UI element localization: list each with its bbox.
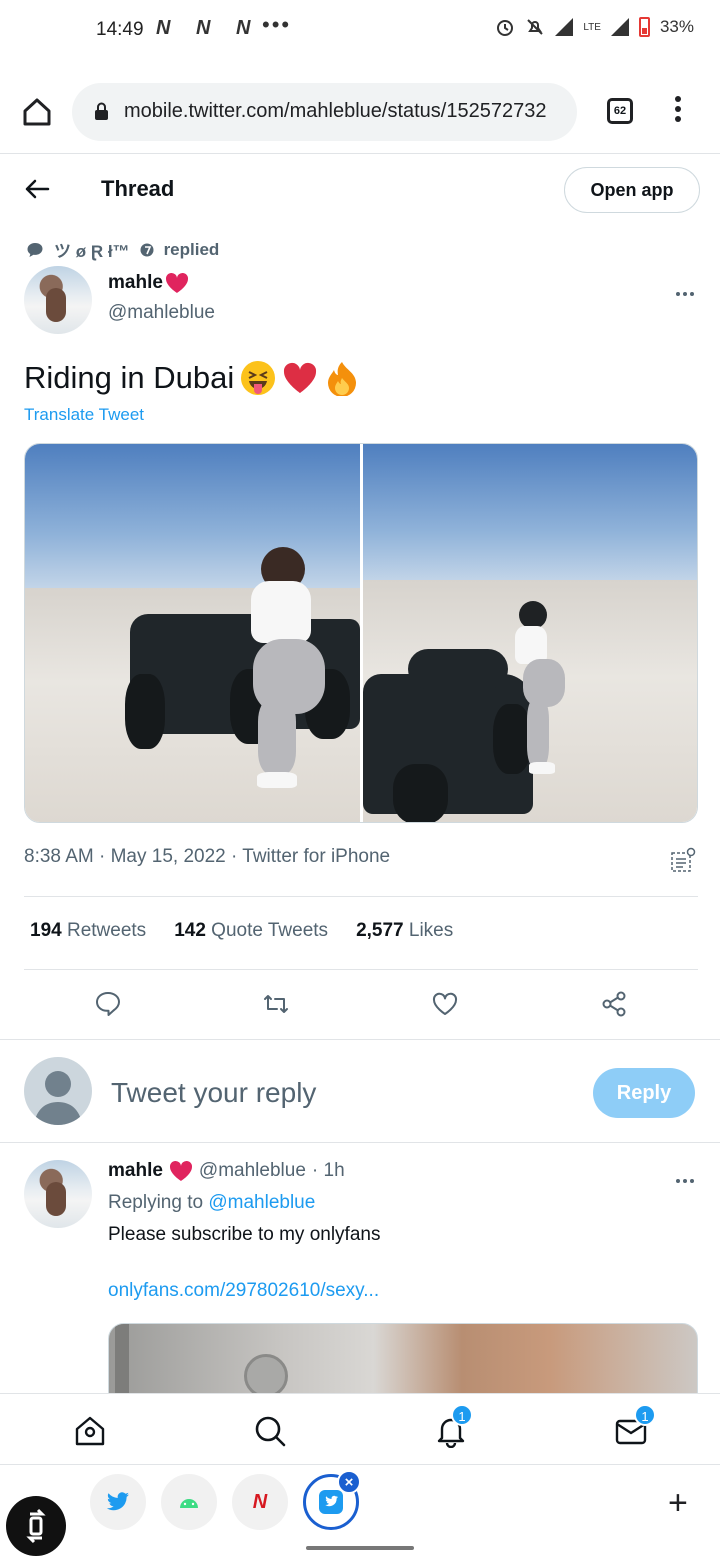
home-icon[interactable]: [20, 95, 54, 129]
reply-icon[interactable]: [94, 990, 122, 1018]
red-heart-emoji-icon-2: [284, 362, 317, 393]
reply-author-handle[interactable]: @mahleblue: [199, 1160, 306, 1182]
red-heart-emoji-icon: [165, 272, 188, 293]
messages-badge: 1: [634, 1404, 656, 1426]
divider: [0, 1142, 720, 1143]
twitter-bird-icon: [106, 1492, 129, 1511]
status-bar: 14:49 N N N ••• LTE 33%: [0, 0, 720, 60]
divider: [0, 1039, 720, 1040]
share-icon[interactable]: [600, 990, 628, 1018]
tweet-timestamp[interactable]: 8:38 AM · May 15, 2022 · Twitter for iPh…: [24, 846, 390, 868]
battery-icon: [638, 17, 650, 37]
replying-to: Replying to @mahleblue: [108, 1192, 315, 1214]
battery-percent: 33%: [659, 17, 694, 36]
signal-icon: [555, 18, 574, 36]
more-options-icon[interactable]: [676, 283, 698, 296]
alarm-icon: [497, 20, 514, 36]
back-arrow-icon[interactable]: [22, 174, 52, 204]
squinting-tongue-emoji-icon: [241, 361, 276, 395]
browser-bottom-bar: N × +: [0, 1466, 720, 1560]
news-n-icon: N: [252, 1490, 268, 1513]
browser-menu-icon[interactable]: [672, 96, 684, 126]
context-user[interactable]: ツ ø Ɽ ł™: [54, 237, 130, 262]
bottom-navigation: 1 1: [0, 1393, 720, 1465]
default-avatar-icon: [34, 1071, 82, 1125]
reply-text: Please subscribe to my onlyfans: [108, 1224, 381, 1245]
divider: [24, 969, 698, 970]
page-title: Thread: [101, 176, 175, 201]
replying-to-handle[interactable]: @mahleblue: [208, 1192, 315, 1213]
address-bar[interactable]: mobile.twitter.com/mahleblue/status/1525…: [72, 83, 577, 141]
tweet-photo-2[interactable]: [362, 444, 697, 822]
reply-more-options-icon[interactable]: [676, 1170, 698, 1183]
reply-bubble-icon: [27, 242, 43, 257]
author-name-text[interactable]: mahle: [108, 272, 163, 294]
tweet-text-content: Riding in Dubai: [24, 360, 235, 395]
verified-badge-icon: [140, 243, 154, 256]
reply-link[interactable]: onlyfans.com/297802610/sexy...: [108, 1280, 379, 1302]
tab-group-button[interactable]: [6, 1496, 66, 1556]
browser-toolbar: mobile.twitter.com/mahleblue/status/1525…: [0, 78, 720, 144]
reply-author-row[interactable]: mahle @mahleblue · 1h: [108, 1160, 345, 1182]
tweet-stats: 194 Retweets 142 Quote Tweets 2,577 Like…: [30, 920, 453, 942]
tab-switcher-button[interactable]: 62: [607, 98, 633, 124]
fire-emoji-icon: [328, 362, 357, 396]
url-text[interactable]: mobile.twitter.com/mahleblue/status/1525…: [124, 100, 569, 123]
android-bubble[interactable]: [161, 1474, 217, 1530]
search-nav-icon[interactable]: [253, 1414, 287, 1448]
replying-prefix: Replying to: [108, 1192, 204, 1213]
divider: [0, 153, 720, 154]
swap-tabs-icon: [26, 1508, 46, 1544]
open-app-button[interactable]: Open app: [564, 167, 700, 213]
analytics-icon[interactable]: [670, 847, 696, 873]
status-time: 14:49: [96, 19, 144, 40]
mute-icon: [527, 19, 544, 35]
news-bubble[interactable]: N: [232, 1474, 288, 1530]
likes-stat[interactable]: 2,577 Likes: [356, 920, 453, 942]
lock-icon: [95, 102, 108, 120]
red-heart-emoji-icon-3: [169, 1160, 192, 1181]
quote-tweets-stat[interactable]: 142 Quote Tweets: [174, 920, 328, 942]
add-bubble-icon[interactable]: +: [668, 1484, 688, 1523]
status-right: LTE 33%: [495, 17, 694, 37]
notifications-badge: 1: [451, 1404, 473, 1426]
retweets-stat[interactable]: 194 Retweets: [30, 920, 146, 942]
reply-button[interactable]: Reply: [593, 1068, 695, 1118]
translate-tweet-link[interactable]: Translate Tweet: [24, 405, 144, 425]
like-icon[interactable]: [431, 990, 459, 1018]
tweet-text: Riding in Dubai: [24, 360, 360, 396]
my-avatar: [24, 1057, 92, 1125]
tweet-actions: [0, 990, 720, 1020]
reply-time[interactable]: · 1h: [312, 1160, 345, 1182]
gesture-bar: [306, 1546, 414, 1550]
tweet-media: [24, 443, 698, 823]
reply-input[interactable]: Tweet your reply: [111, 1077, 316, 1109]
tweet-photo-1[interactable]: [25, 444, 360, 822]
android-icon: [180, 1499, 198, 1508]
author-handle[interactable]: @mahleblue: [108, 302, 215, 324]
twitter-bubble[interactable]: [90, 1474, 146, 1530]
author-avatar[interactable]: [24, 266, 92, 334]
home-nav-icon[interactable]: [73, 1414, 107, 1448]
divider: [24, 896, 698, 897]
reply-author-avatar[interactable]: [24, 1160, 92, 1228]
twitter-app-icon: [319, 1490, 343, 1514]
author-name[interactable]: mahle: [108, 272, 189, 294]
social-context[interactable]: ツ ø Ɽ ł™ replied: [26, 237, 219, 262]
lte-icon: LTE: [583, 21, 601, 33]
signal-icon-2: [610, 18, 629, 36]
notification-icons: N N N: [156, 17, 261, 39]
more-notifications-icon: •••: [262, 12, 292, 37]
retweet-icon[interactable]: [262, 990, 290, 1018]
context-action: replied: [163, 239, 220, 259]
reply-author-name[interactable]: mahle: [108, 1160, 163, 1182]
close-bubble-icon[interactable]: ×: [337, 1470, 361, 1494]
